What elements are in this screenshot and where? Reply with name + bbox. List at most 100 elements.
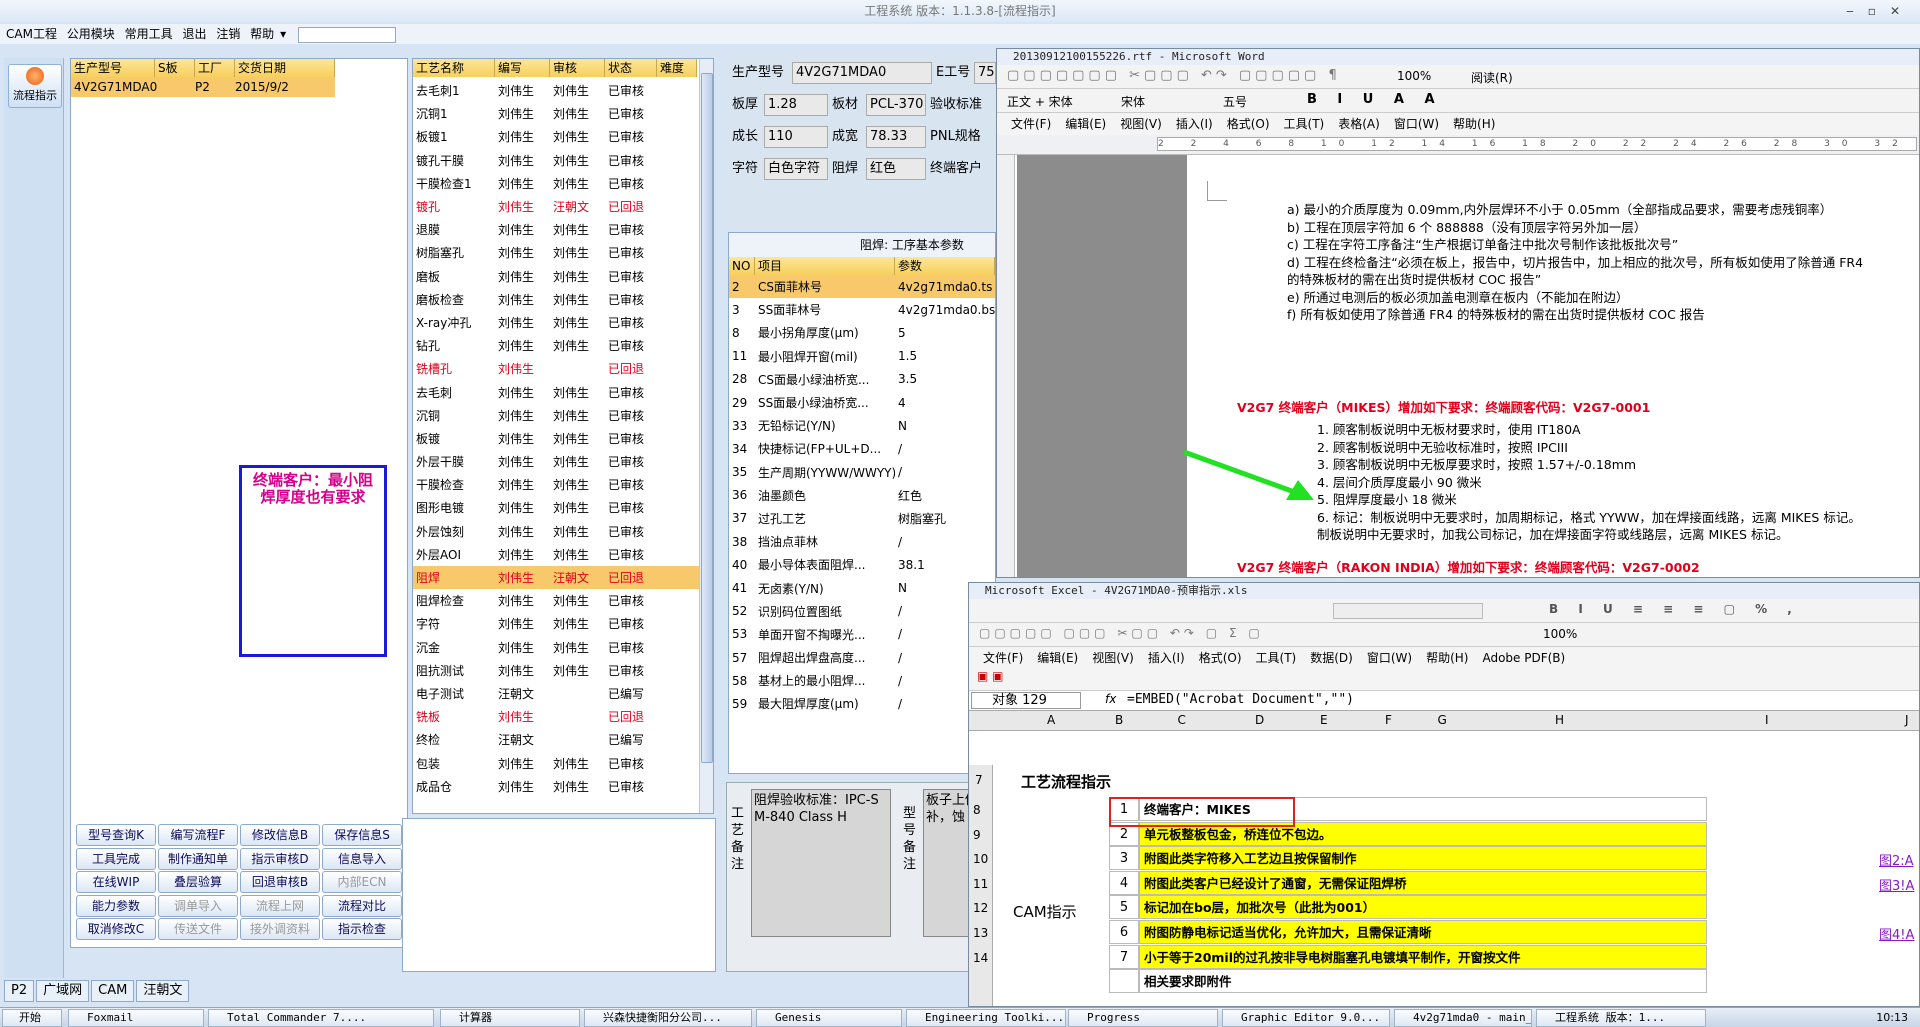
menu-combo[interactable] xyxy=(298,26,397,43)
taskbar-item[interactable]: 4v2g71mda0 - main_qa xyxy=(1394,1009,1532,1027)
process-row[interactable]: 外层蚀刻 刘伟生 刘伟生 已审核 xyxy=(413,520,699,543)
taskbar-item[interactable]: Progress xyxy=(1068,1009,1218,1027)
param-row[interactable]: 52 识别码位置图纸 / xyxy=(729,600,995,623)
word-font-combo[interactable]: 宋体 xyxy=(1121,93,1145,110)
excel-col-header[interactable]: I xyxy=(1765,713,1769,727)
menu-help[interactable]: 帮助 xyxy=(250,27,274,41)
word-size-combo[interactable]: 五号 xyxy=(1223,93,1247,110)
tab-p2[interactable]: P2 xyxy=(4,980,35,1002)
excel-toolbar-icons[interactable]: ▢▢▢▢▢ ▢▢▢ ✂▢▢ ↶↷ ▢ Σ ▢ xyxy=(979,626,1264,640)
word-menu-item[interactable]: 窗口(W) xyxy=(1394,117,1439,131)
process-row[interactable]: 外层AOI 刘伟生 刘伟生 已审核 xyxy=(413,543,699,566)
excel-menu-item[interactable]: 格式(O) xyxy=(1199,651,1242,665)
excel-formula[interactable]: =EMBED("Acrobat Document","") xyxy=(1127,692,1354,707)
process-row[interactable]: 铣板 刘伟生 已回退 xyxy=(413,705,699,728)
excel-menu-item[interactable]: 视图(V) xyxy=(1092,651,1134,665)
action-button[interactable]: 型号查询K xyxy=(76,824,156,846)
orders-col-factory[interactable]: 工厂 xyxy=(195,59,235,77)
menu-cam[interactable]: CAM工程 xyxy=(6,27,57,41)
remarks-text[interactable]: 阻焊验收标准：IPC-SM-840 Class H xyxy=(751,789,891,937)
orders-col-date[interactable]: 交货日期 xyxy=(235,59,335,77)
excel-link[interactable]: 图2:A xyxy=(1879,850,1914,869)
menu-exit[interactable]: 退出 xyxy=(182,27,206,41)
process-row[interactable]: 退膜 刘伟生 刘伟生 已审核 xyxy=(413,218,699,241)
menu-logout[interactable]: 注销 xyxy=(216,27,240,41)
param-row[interactable]: 11 最小阻焊开窗(mil) 1.5 xyxy=(729,345,995,368)
action-button[interactable]: 传送文件 xyxy=(158,918,238,940)
excel-menu-item[interactable]: 窗口(W) xyxy=(1367,651,1412,665)
action-button[interactable]: 工具完成 xyxy=(76,847,156,870)
params-col-no[interactable]: NO xyxy=(729,257,755,275)
tab-cam[interactable]: CAM xyxy=(91,980,135,1002)
orders-col-model[interactable]: 生产型号 xyxy=(71,59,155,77)
word-read-button[interactable]: 阅读(R) xyxy=(1471,69,1513,86)
excel-col-header[interactable]: J xyxy=(1905,713,1909,727)
word-ruler[interactable]: 2 2 4 6 8 10 12 14 16 18 20 22 24 26 28 … xyxy=(997,135,1919,155)
process-row[interactable]: 干膜检查1 刘伟生 刘伟生 已审核 xyxy=(413,172,699,195)
menu-tools[interactable]: 常用工具 xyxy=(125,27,173,41)
field-model[interactable]: 4V2G71MDA0 xyxy=(792,62,932,84)
param-row[interactable]: 8 最小拐角厚度(μm) 5 xyxy=(729,321,995,344)
word-menu-item[interactable]: 表格(A) xyxy=(1338,117,1380,131)
process-row[interactable]: X-ray冲孔 刘伟生 刘伟生 已审核 xyxy=(413,311,699,334)
taskbar-item[interactable]: Foxmail xyxy=(68,1009,204,1027)
process-row[interactable]: 终检 汪朝文 已编写 xyxy=(413,728,699,751)
field-length[interactable]: 110 xyxy=(764,126,828,148)
param-row[interactable]: 38 挡油点菲林 / xyxy=(729,530,995,553)
word-menu-item[interactable]: 帮助(H) xyxy=(1453,117,1495,131)
param-row[interactable]: 29 SS面最小绿油桥宽... 4 xyxy=(729,391,995,414)
flow-indicate-button[interactable]: 流程指示 xyxy=(8,64,62,108)
action-button[interactable]: 信息导入 xyxy=(322,847,402,870)
action-button[interactable]: 取消修改C xyxy=(76,918,156,940)
action-button[interactable]: 保存信息S xyxy=(322,824,402,846)
word-menu-item[interactable]: 编辑(E) xyxy=(1065,117,1106,131)
word-zoom[interactable]: 100% xyxy=(1397,69,1431,83)
window-controls[interactable]: ‒▫✕ xyxy=(1846,0,1914,22)
word-menu-item[interactable]: 文件(F) xyxy=(1011,117,1051,131)
process-col-auditor[interactable]: 审核 xyxy=(550,59,605,77)
excel-sheet[interactable]: 7 工艺流程指示 CAM指示 8 1 终端客户：MIKES 9 2 单元板整板包金，桥连位… xyxy=(969,765,1919,1006)
menu-common[interactable]: 公用模块 xyxy=(67,27,115,41)
process-row[interactable]: 阻焊 刘伟生 汪朝文 已回退 xyxy=(413,565,699,590)
action-button[interactable]: 修改信息B xyxy=(240,824,320,846)
excel-format-icons[interactable]: B I U ≡ ≡ ≡ ▢ % , xyxy=(1549,602,1800,616)
process-col-writer[interactable]: 编写 xyxy=(495,59,550,77)
word-style-combo[interactable]: 正文 + 宋体 xyxy=(1007,93,1073,110)
param-row[interactable]: 59 最大阻焊厚度(μm) / xyxy=(729,692,995,715)
taskbar-item[interactable]: 计算器 xyxy=(440,1009,580,1027)
taskbar-item[interactable]: 兴森快捷衡阳分公司... xyxy=(584,1009,752,1027)
taskbar-item[interactable]: Total Commander 7.... xyxy=(208,1009,434,1027)
excel-menu-item[interactable]: 插入(I) xyxy=(1148,651,1185,665)
excel-menu-item[interactable]: 数据(D) xyxy=(1310,651,1353,665)
action-button[interactable]: 制作通知单 xyxy=(158,847,238,870)
action-button[interactable]: 编写流程F xyxy=(158,824,238,846)
param-row[interactable]: 36 油墨颜色 红色 xyxy=(729,484,995,507)
process-row[interactable]: 沉铜1 刘伟生 刘伟生 已审核 xyxy=(413,102,699,125)
excel-name-box[interactable]: 对象 129 xyxy=(971,692,1081,709)
action-button[interactable]: 指示审核D xyxy=(240,847,320,870)
excel-col-header[interactable]: F xyxy=(1385,713,1392,727)
process-row[interactable]: 阻焊检查 刘伟生 刘伟生 已审核 xyxy=(413,589,699,612)
params-col-value[interactable]: 参数 xyxy=(895,257,995,275)
excel-zoom[interactable]: 100% xyxy=(1543,627,1577,641)
process-row[interactable]: 磨板 刘伟生 刘伟生 已审核 xyxy=(413,265,699,288)
param-row[interactable]: 2 CS面菲林号 4v2g71mda0.ts xyxy=(729,275,995,299)
process-row[interactable]: 磨板检查 刘伟生 刘伟生 已审核 xyxy=(413,288,699,311)
param-row[interactable]: 3 SS面菲林号 4v2g71mda0.bs xyxy=(729,298,995,321)
process-row[interactable]: 外层干膜 刘伟生 刘伟生 已审核 xyxy=(413,450,699,473)
process-row[interactable]: 电子测试 汪朝文 已编写 xyxy=(413,682,699,705)
param-row[interactable]: 53 单面开窗不掏曝光... / xyxy=(729,623,995,646)
word-document[interactable]: a) 最小的介质厚度为 0.09mm,内外层焊环不小于 0.05mm（全部指成品… xyxy=(1187,155,1919,577)
action-button[interactable]: 流程对比 xyxy=(322,894,402,917)
field-thickness[interactable]: 1.28 xyxy=(764,94,828,116)
param-row[interactable]: 41 无卤素(Y/N) N xyxy=(729,576,995,599)
process-row[interactable]: 板镀 刘伟生 刘伟生 已审核 xyxy=(413,427,699,450)
param-row[interactable]: 57 阻焊超出焊盘高度... / xyxy=(729,646,995,669)
param-row[interactable]: 35 生产周期(YYWW/WWYY) / xyxy=(729,461,995,484)
word-menu-item[interactable]: 视图(V) xyxy=(1120,117,1162,131)
process-row[interactable]: 铣槽孔 刘伟生 已回退 xyxy=(413,357,699,380)
word-menu-item[interactable]: 工具(T) xyxy=(1284,117,1325,131)
excel-col-header[interactable]: A xyxy=(1047,713,1055,727)
process-row[interactable]: 成品仓 刘伟生 刘伟生 已审核 xyxy=(413,775,699,798)
process-row[interactable]: 沉金 刘伟生 刘伟生 已审核 xyxy=(413,636,699,659)
